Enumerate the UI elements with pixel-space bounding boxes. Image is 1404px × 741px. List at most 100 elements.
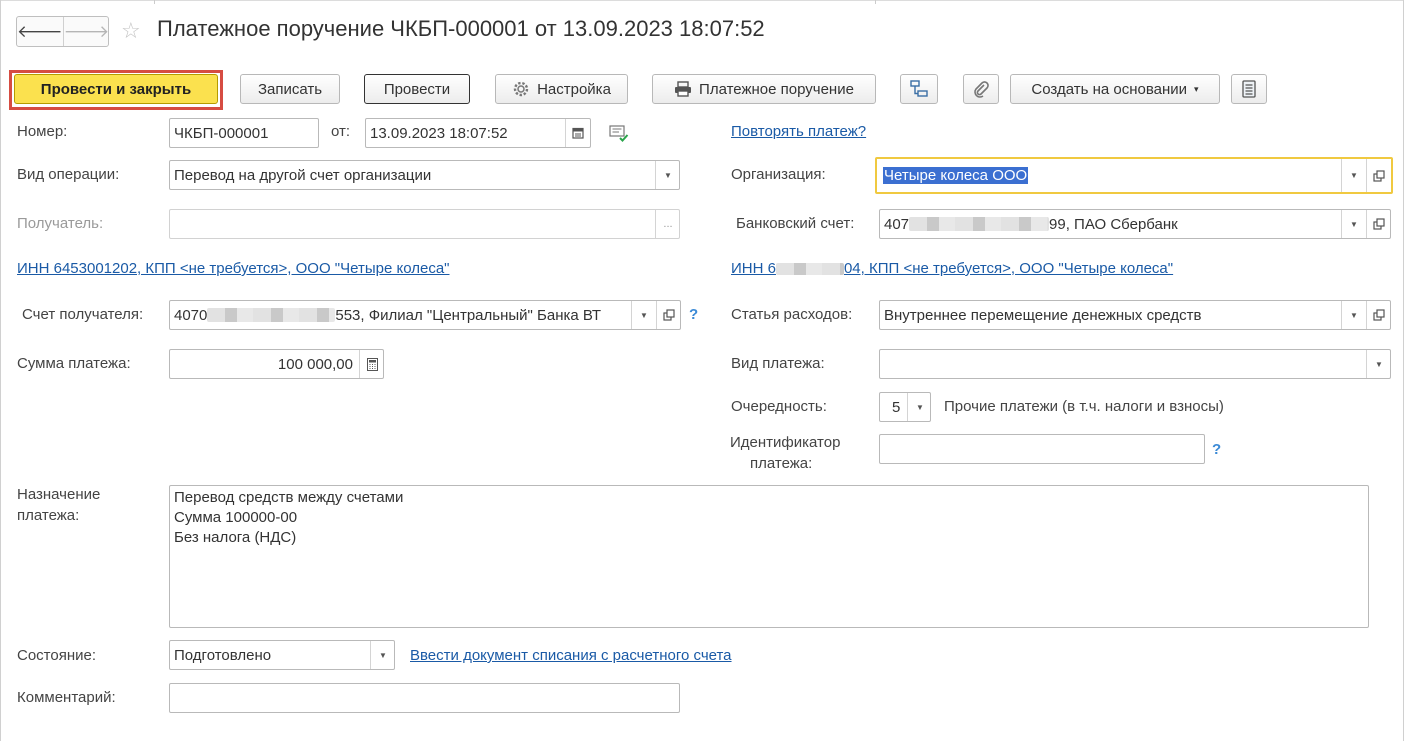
paperclip-icon (972, 80, 990, 98)
purpose-label-line1: Назначение (17, 486, 101, 503)
priority-value: 5 (892, 399, 901, 416)
purpose-line: Без налога (НДС) (174, 529, 297, 546)
number-label: Номер: (17, 123, 68, 140)
recipient-account-suffix: 553, Филиал "Центральный" Банка ВТ (335, 307, 602, 324)
calculator-icon (366, 357, 378, 371)
dropdown-arrow-icon[interactable]: ▼ (655, 161, 680, 189)
forward-button[interactable]: 🡒 (64, 17, 110, 46)
bank-account-select[interactable]: 407 99, ПАО Сбербанк ▼ (879, 209, 1391, 239)
highlight-frame (9, 70, 223, 110)
calculator-button[interactable] (359, 350, 384, 378)
purpose-line: Перевод средств между счетами (174, 489, 404, 506)
recipient-inn-link[interactable]: ИНН 6453001202, КПП <не требуется>, ООО … (17, 260, 449, 277)
star-icon[interactable]: ☆ (121, 18, 141, 44)
save-button[interactable]: Записать (240, 74, 340, 104)
payment-purpose-textarea[interactable]: Перевод средств между счетами Сумма 1000… (169, 485, 1369, 628)
history-icon[interactable] (609, 125, 629, 147)
payment-type-select[interactable]: ▼ (879, 349, 1391, 379)
recipient-account-label: Счет получателя: (22, 306, 144, 323)
priority-description: Прочие платежи (в т.ч. налоги и взносы) (944, 398, 1224, 415)
state-select[interactable]: Подготовлено ▼ (169, 640, 395, 670)
bank-account-label: Банковский счет: (736, 215, 855, 232)
create-based-on-button[interactable]: Создать на основании ▾ (1010, 74, 1220, 104)
date-field[interactable]: 13.09.2023 18:07:52 (365, 118, 591, 148)
masked-inn (775, 263, 844, 275)
dropdown-arrow-icon[interactable]: ▼ (1341, 301, 1366, 329)
amount-label: Сумма платежа: (17, 355, 131, 372)
dropdown-arrow-icon[interactable]: ▼ (370, 641, 395, 669)
payment-id-label-line1: Идентификатор (730, 434, 841, 451)
dropdown-arrow-icon[interactable]: ▼ (1341, 159, 1366, 192)
number-field[interactable]: ЧКБП-000001 (169, 118, 319, 148)
calendar-icon (572, 127, 584, 139)
purpose-line: Сумма 100000-00 (174, 509, 298, 526)
print-payment-order-button[interactable]: Платежное поручение (652, 74, 876, 104)
amount-field[interactable]: 100 000,00 (169, 349, 384, 379)
payment-id-field[interactable] (879, 434, 1205, 464)
priority-select[interactable]: 5 ▼ (879, 392, 931, 422)
recipient-account-select[interactable]: 4070 553, Филиал "Центральный" Банка ВТ ▼ (169, 300, 681, 330)
calendar-button[interactable] (565, 119, 590, 147)
select-more-button[interactable]: ... (655, 210, 680, 238)
dropdown-arrow-icon: ▾ (1194, 83, 1199, 94)
repeat-payment-link[interactable]: Повторять платеж? (731, 123, 866, 140)
print-payment-order-label: Платежное поручение (699, 80, 854, 98)
printer-icon (674, 81, 692, 97)
organization-inn-link[interactable]: ИНН 6 04, КПП <не требуется>, ООО "Четыре… (731, 260, 1173, 277)
priority-label: Очередность: (731, 398, 827, 415)
open-button[interactable] (1366, 301, 1391, 329)
open-button[interactable] (1366, 210, 1391, 238)
structure-button[interactable] (900, 74, 938, 104)
dropdown-arrow-icon[interactable]: ▼ (1341, 210, 1366, 238)
page-title: Платежное поручение ЧКБП-000001 от 13.09… (157, 16, 765, 41)
arrow-right-icon: 🡒 (63, 21, 110, 41)
bank-account-suffix: 99, ПАО Сбербанк (1049, 216, 1178, 233)
organization-select[interactable]: Четыре колеса ООО ▼ (875, 157, 1393, 194)
operation-select[interactable]: Перевод на другой счет организации ▼ (169, 160, 680, 190)
payment-id-label-line2: платежа: (750, 455, 813, 472)
settings-button[interactable]: Настройка (495, 74, 628, 104)
write-off-document-link[interactable]: Ввести документ списания с расчетного сч… (410, 647, 732, 664)
amount-value: 100 000,00 (277, 356, 353, 373)
bank-account-prefix: 407 (884, 216, 910, 233)
post-label: Провести (383, 80, 451, 98)
left-border (0, 0, 1, 741)
recipient-label: Получатель: (17, 215, 104, 232)
open-button[interactable] (1366, 159, 1391, 192)
open-button[interactable] (656, 301, 681, 329)
number-value: ЧКБП-000001 (174, 125, 269, 142)
state-label: Состояние: (17, 647, 97, 664)
post-button[interactable]: Провести (364, 74, 470, 104)
open-window-icon (1373, 309, 1385, 321)
nav-buttons: 🡐 🡒 (16, 16, 109, 47)
operation-value: Перевод на другой счет организации (174, 167, 432, 184)
operation-label: Вид операции: (17, 166, 120, 183)
dropdown-arrow-icon[interactable]: ▼ (631, 301, 656, 329)
inn-prefix: ИНН 6 (731, 260, 776, 277)
dropdown-arrow-icon[interactable]: ▼ (907, 393, 932, 421)
help-icon[interactable]: ? (689, 306, 698, 323)
date-label: от: (331, 123, 351, 140)
dropdown-arrow-icon[interactable]: ▼ (1366, 350, 1391, 378)
expense-item-value: Внутреннее перемещение денежных средств (884, 307, 1202, 324)
hierarchy-icon (909, 79, 929, 99)
list-icon (1242, 80, 1256, 98)
masked-account-number (909, 217, 1050, 231)
expense-item-select[interactable]: Внутреннее перемещение денежных средств … (879, 300, 1391, 330)
open-window-icon (663, 309, 675, 321)
help-icon[interactable]: ? (1212, 441, 1221, 458)
attach-button[interactable] (963, 74, 999, 104)
organization-value: Четыре колеса ООО (883, 167, 1029, 184)
more-menu-button[interactable] (1231, 74, 1267, 104)
create-based-on-label: Создать на основании (1031, 80, 1188, 98)
open-window-icon (1373, 169, 1385, 182)
state-value: Подготовлено (174, 647, 272, 664)
back-button[interactable]: 🡐 (17, 17, 64, 46)
top-border (0, 0, 1404, 5)
gear-icon (512, 80, 530, 98)
inn-suffix: 04, КПП <не требуется>, ООО "Четыре коле… (843, 260, 1174, 277)
recipient-account-prefix: 4070 (174, 307, 208, 324)
recipient-field[interactable]: ... (169, 209, 680, 239)
comment-label: Комментарий: (17, 689, 116, 706)
comment-field[interactable] (169, 683, 680, 713)
